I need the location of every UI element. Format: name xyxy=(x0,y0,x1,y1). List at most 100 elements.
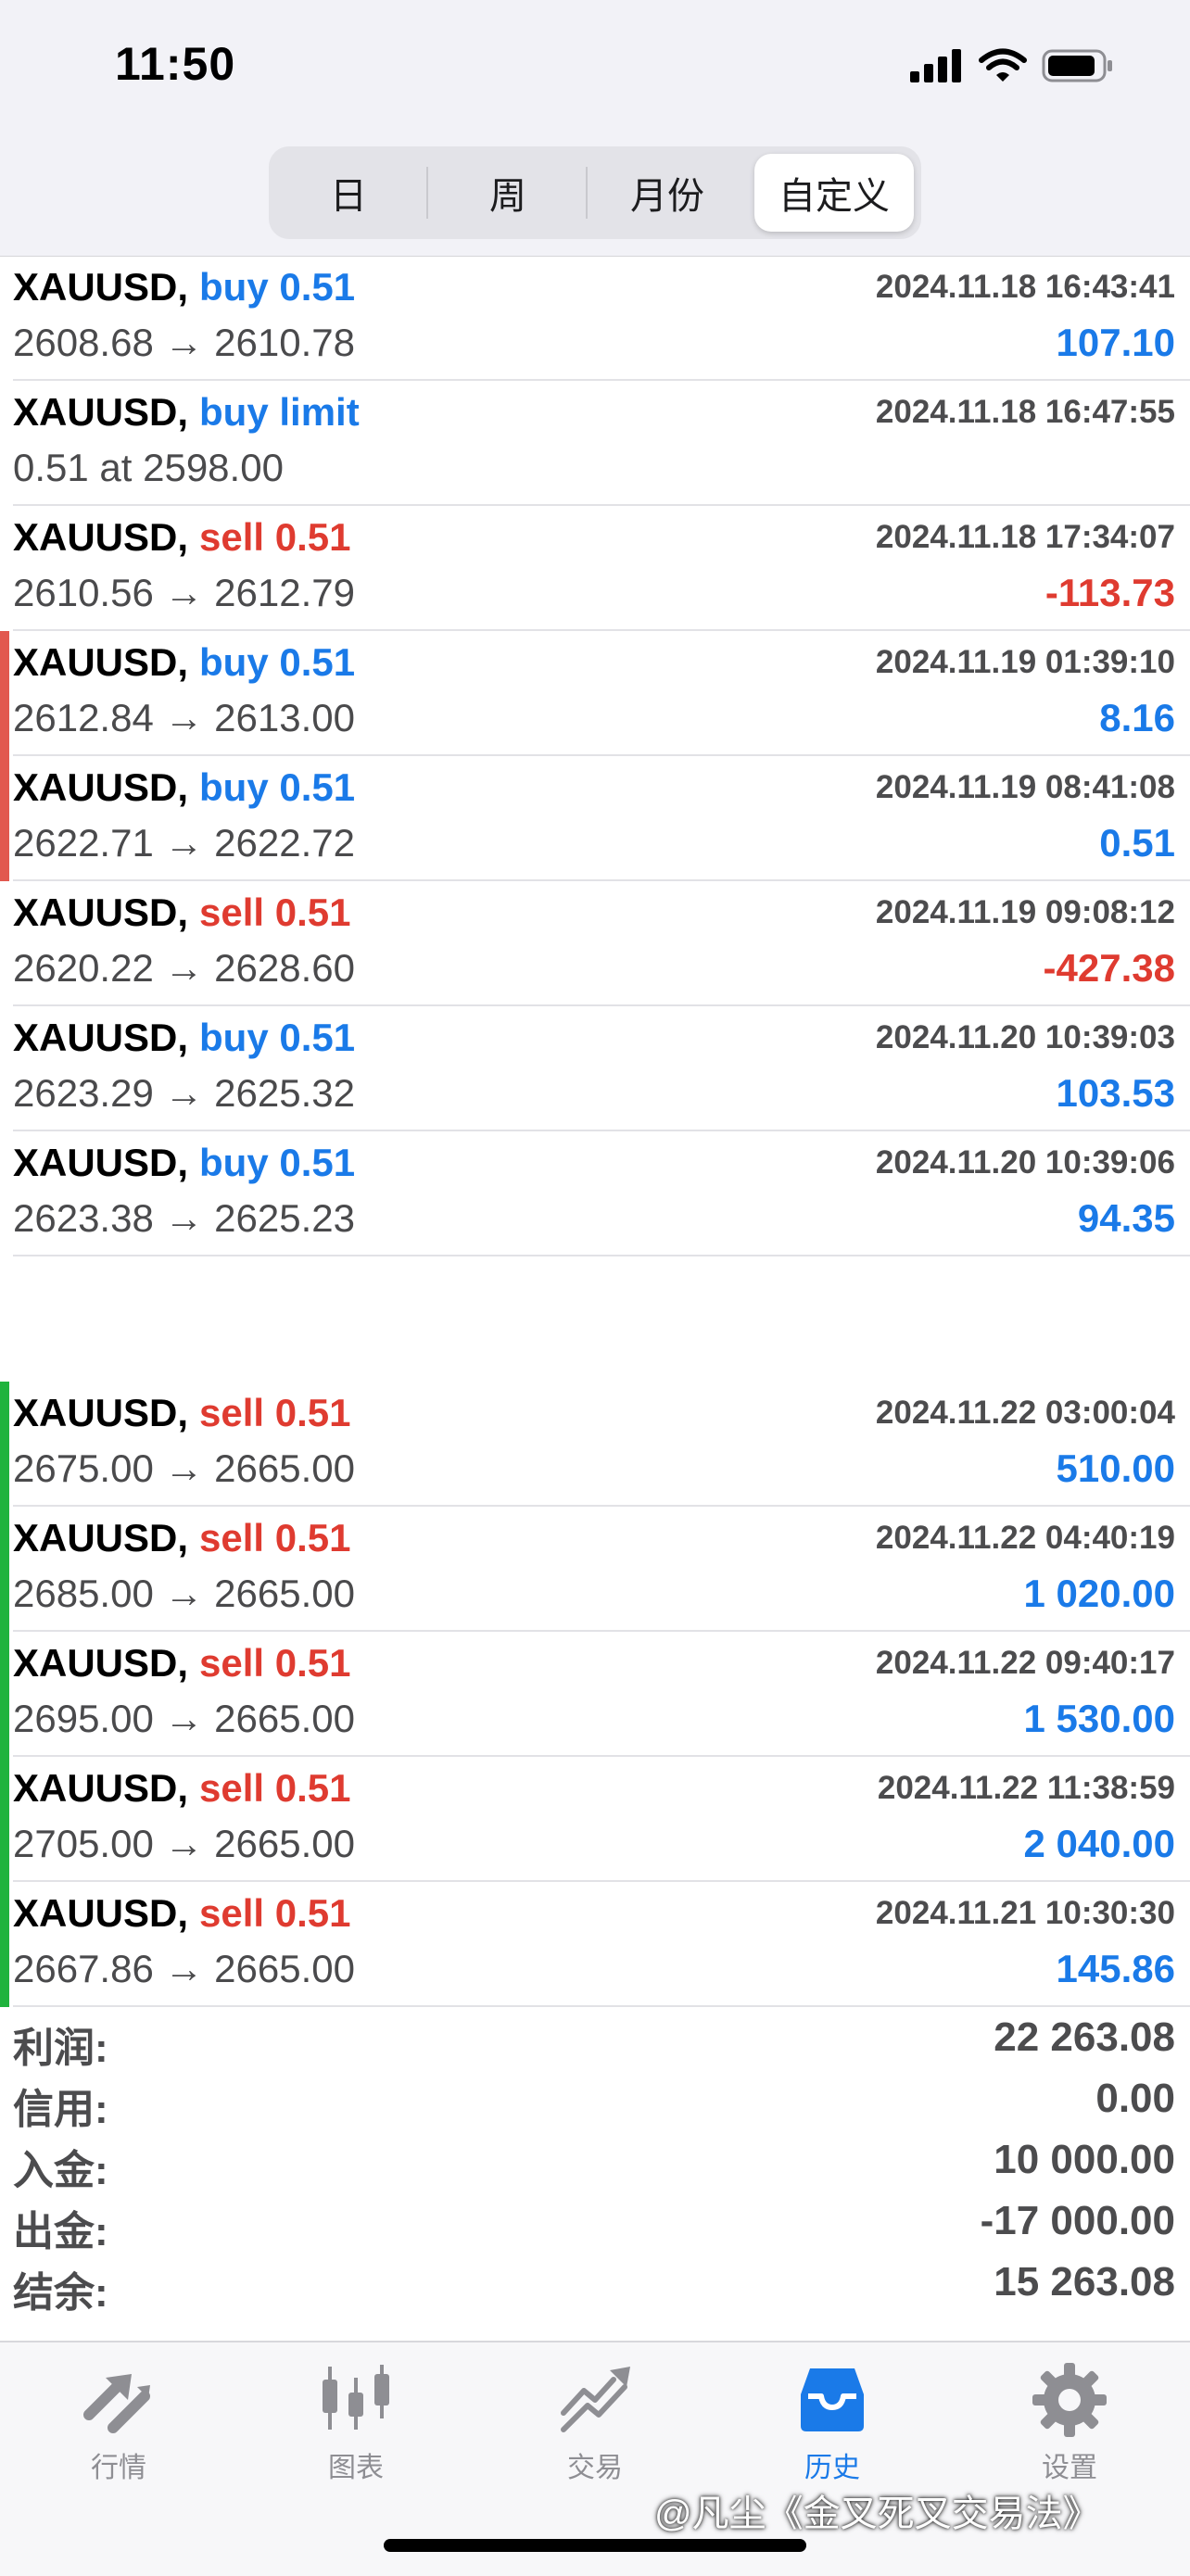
summary-label: 结余: xyxy=(13,2270,108,2316)
tab-label: 设置 xyxy=(1042,2453,1097,2483)
tab-day[interactable]: 日 xyxy=(269,146,428,239)
trade-profit: 510.00 xyxy=(1056,1446,1175,1490)
trade-symbol: XAUUSD, xyxy=(13,265,189,309)
trade-symbol: XAUUSD, xyxy=(13,1391,189,1434)
trade-row[interactable]: XAUUSD, buy limit 2024.11.18 16:47:55 0.5… xyxy=(0,381,1190,506)
top-header: 11:50 日 周 月份 自定义 xyxy=(0,0,1190,257)
summary-label: 出金: xyxy=(13,2209,108,2254)
trade-row[interactable]: XAUUSD, sell 0.51 2024.11.21 10:30:30 266… xyxy=(0,1882,1190,2007)
trade-prices: 2623.38 → 2625.23 xyxy=(13,1196,355,1240)
trade-profit: 1 530.00 xyxy=(1023,1697,1176,1740)
tab-charts[interactable]: 图表 xyxy=(282,2361,430,2491)
trade-time: 2024.11.21 10:30:30 xyxy=(875,1895,1175,1931)
trade-action: sell 0.51 xyxy=(199,1391,351,1434)
row-marker xyxy=(0,1882,9,2007)
summary-row-balance: 结余: 15 263.08 xyxy=(0,2250,1190,2316)
trade-prices: 2705.00 → 2665.00 xyxy=(13,1822,355,1865)
trade-time: 2024.11.19 08:41:08 xyxy=(875,769,1175,805)
trade-action: sell 0.51 xyxy=(199,1891,351,1935)
trade-prices: 2610.56 → 2612.79 xyxy=(13,571,355,614)
trade-prices: 2667.86 → 2665.00 xyxy=(13,1947,355,1990)
trade-row[interactable]: XAUUSD, sell 0.51 2024.11.22 03:00:04 267… xyxy=(0,1382,1190,1507)
trade-action: buy limit xyxy=(199,390,360,434)
tab-label: 行情 xyxy=(91,2453,146,2483)
trade-row[interactable]: XAUUSD, buy 0.51 2024.11.18 16:43:41 2608… xyxy=(0,256,1190,381)
row-marker xyxy=(0,1632,9,1757)
trade-symbol: XAUUSD, xyxy=(13,390,189,434)
trade-row[interactable]: XAUUSD, sell 0.51 2024.11.22 09:40:17 269… xyxy=(0,1632,1190,1757)
trade-profit: 1 020.00 xyxy=(1023,1572,1176,1615)
row-marker xyxy=(0,1507,9,1632)
history-inbox-icon xyxy=(801,2368,864,2431)
tab-custom[interactable]: 自定义 xyxy=(754,154,914,232)
trade-action: sell 0.51 xyxy=(199,1766,351,1810)
trade-profit: 0.51 xyxy=(1099,821,1175,865)
tab-trade[interactable]: 交易 xyxy=(521,2361,669,2491)
trade-action: buy 0.51 xyxy=(199,765,356,809)
trade-time: 2024.11.18 17:34:07 xyxy=(875,519,1175,555)
trade-action: sell 0.51 xyxy=(199,1516,351,1559)
row-marker xyxy=(0,381,9,506)
row-marker xyxy=(0,1382,9,1507)
trade-action: sell 0.51 xyxy=(199,1641,351,1685)
trade-symbol: XAUUSD, xyxy=(13,640,189,684)
watermark-text: @凡尘《金叉死叉交易法》 xyxy=(654,2494,1100,2534)
trade-history-list[interactable]: XAUUSD, buy 0.51 2024.11.18 16:43:41 2608… xyxy=(0,256,1190,2007)
trade-action: sell 0.51 xyxy=(199,890,351,934)
trade-prices: 2620.22 → 2628.60 xyxy=(13,946,355,990)
tab-history[interactable]: 历史 xyxy=(758,2361,906,2491)
summary-value: -17 000.00 xyxy=(980,2198,1175,2243)
trade-profit: 103.53 xyxy=(1056,1071,1175,1115)
trade-row[interactable]: XAUUSD, sell 0.51 2024.11.19 09:08:12 262… xyxy=(0,881,1190,1006)
cellular-signal-icon xyxy=(910,49,961,82)
trade-profit: 145.86 xyxy=(1056,1947,1175,1990)
status-time: 11:50 xyxy=(115,38,236,90)
trade-profit: -113.73 xyxy=(1044,571,1175,614)
home-indicator[interactable] xyxy=(384,2539,806,2552)
summary-value: 0.00 xyxy=(1095,2076,1175,2121)
tab-label: 交易 xyxy=(567,2453,623,2483)
trade-symbol: XAUUSD, xyxy=(13,765,189,809)
trade-chart-icon xyxy=(561,2367,630,2432)
trade-time: 2024.11.22 04:40:19 xyxy=(875,1520,1175,1556)
summary-row-profit: 利润: 22 263.08 xyxy=(0,2005,1190,2071)
tab-quotes[interactable]: 行情 xyxy=(44,2361,193,2491)
account-summary: 利润: 22 263.08 信用: 0.00 入金: 10 000.00 出金:… xyxy=(0,2005,1190,2341)
trade-action: buy 0.51 xyxy=(199,640,356,684)
summary-label: 入金: xyxy=(13,2148,108,2193)
trade-prices: 2675.00 → 2665.00 xyxy=(13,1446,355,1490)
trade-row[interactable]: XAUUSD, buy 0.51 2024.11.19 08:41:08 2622… xyxy=(0,756,1190,881)
trade-profit: -427.38 xyxy=(1043,946,1175,990)
trade-row[interactable]: XAUUSD, sell 0.51 2024.11.18 17:34:07 261… xyxy=(0,506,1190,631)
trade-profit: 2 040.00 xyxy=(1023,1822,1176,1865)
trade-action: buy 0.51 xyxy=(199,1016,356,1059)
summary-label: 利润: xyxy=(13,2026,108,2071)
tab-week[interactable]: 周 xyxy=(428,146,588,239)
trade-prices: 2622.71 → 2622.72 xyxy=(13,821,355,865)
trade-time: 2024.11.22 03:00:04 xyxy=(875,1395,1175,1431)
trade-symbol: XAUUSD, xyxy=(13,515,189,559)
tab-label: 历史 xyxy=(804,2453,860,2483)
summary-row-credit: 信用: 0.00 xyxy=(0,2066,1190,2132)
summary-value: 22 263.08 xyxy=(994,2014,1175,2060)
trade-profit: 8.16 xyxy=(1099,696,1175,739)
row-marker xyxy=(0,1757,9,1882)
summary-label: 信用: xyxy=(13,2087,108,2132)
trade-row[interactable]: XAUUSD, buy 0.51 2024.11.20 10:39:03 2623… xyxy=(0,1006,1190,1131)
trade-row[interactable]: XAUUSD, buy 0.51 2024.11.19 01:39:10 2612… xyxy=(0,631,1190,756)
tab-month[interactable]: 月份 xyxy=(588,146,747,239)
period-segmented-control: 日 周 月份 自定义 xyxy=(269,146,921,239)
row-marker xyxy=(0,756,9,881)
trade-profit: 107.10 xyxy=(1056,321,1175,364)
trade-row[interactable]: XAUUSD, sell 0.51 2024.11.22 04:40:19 268… xyxy=(0,1507,1190,1632)
row-marker xyxy=(0,506,9,631)
tab-settings[interactable]: 设置 xyxy=(995,2361,1144,2491)
row-marker xyxy=(0,881,9,1006)
trade-time: 2024.11.19 01:39:10 xyxy=(875,644,1175,680)
summary-value: 10 000.00 xyxy=(994,2137,1175,2182)
trade-row[interactable]: XAUUSD, sell 0.51 2024.11.22 11:38:59 270… xyxy=(0,1757,1190,1882)
trade-time: 2024.11.22 11:38:59 xyxy=(877,1770,1175,1806)
trade-symbol: XAUUSD, xyxy=(13,1141,189,1184)
trade-prices: 2685.00 → 2665.00 xyxy=(13,1572,355,1615)
trade-row[interactable]: XAUUSD, buy 0.51 2024.11.20 10:39:06 2623… xyxy=(0,1131,1190,1256)
